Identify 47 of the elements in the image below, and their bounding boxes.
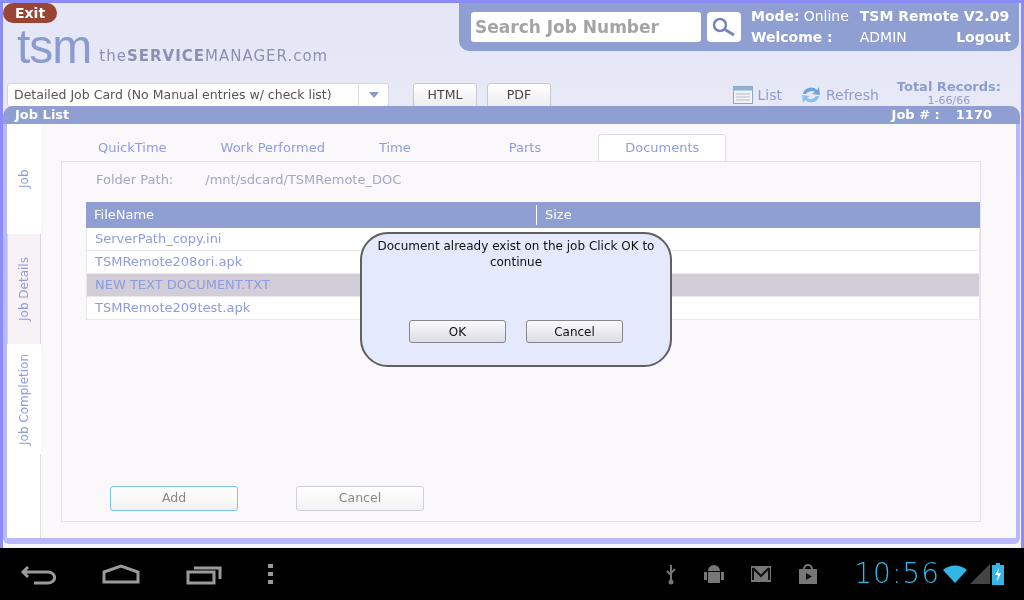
logo-tagline: theSERVICEMANAGER.com: [99, 45, 329, 67]
list-button[interactable]: List: [733, 84, 782, 106]
search-button[interactable]: [707, 12, 741, 42]
android-icon: [704, 562, 725, 586]
signal-icon: [970, 564, 990, 584]
shopping-bag-icon: [798, 563, 819, 585]
html-button[interactable]: HTML: [413, 82, 477, 108]
total-records-label: Total Records:: [896, 80, 1001, 94]
usb-icon: [664, 563, 679, 585]
mode-label: Mode:: [751, 7, 800, 26]
tab[interactable]: Parts: [481, 134, 599, 161]
pdf-button[interactable]: PDF: [487, 82, 551, 108]
refresh-icon: [799, 85, 822, 105]
add-button[interactable]: Add: [110, 486, 238, 511]
tab[interactable]: Documents: [598, 134, 727, 161]
back-icon[interactable]: [20, 563, 56, 585]
search-icon: [711, 16, 737, 38]
logout-link[interactable]: Logout: [936, 27, 1011, 48]
welcome-label: Welcome :: [751, 28, 834, 47]
app-version: TSM Remote V2.09: [859, 7, 1011, 26]
tab[interactable]: QuickTime: [71, 134, 194, 161]
menu-icon[interactable]: [268, 563, 274, 585]
user-name: ADMIN: [859, 28, 908, 47]
cancel-button[interactable]: Cancel: [296, 486, 424, 511]
folder-path-label: Folder Path:: [96, 171, 174, 189]
side-tab[interactable]: Job Details: [7, 234, 41, 344]
column-header: Size: [536, 205, 572, 225]
panel-title: Job List: [15, 106, 70, 125]
folder-path-value: /mnt/sdcard/TSMRemote_DOC: [205, 171, 402, 189]
refresh-button[interactable]: Refresh: [799, 84, 879, 106]
mail-icon: [750, 565, 773, 583]
clock: 10:56: [854, 556, 940, 592]
mode-value: Online: [803, 7, 849, 26]
report-select[interactable]: Detailed Job Card (No Manual entries w/ check list): [7, 83, 389, 107]
ok-button[interactable]: OK: [409, 320, 506, 343]
wifi-icon: [942, 564, 968, 584]
column-header: FileName: [93, 206, 156, 225]
battery-icon: [992, 563, 1004, 585]
tab[interactable]: Work Performed: [193, 134, 352, 161]
logo-text: tsm: [17, 23, 92, 71]
caret-icon: [368, 92, 379, 98]
tab[interactable]: Time: [351, 134, 482, 161]
search-field[interactable]: Search Job Number: [471, 12, 701, 42]
cancel-button[interactable]: Cancel: [526, 320, 623, 343]
home-icon[interactable]: [102, 564, 140, 584]
list-icon: [733, 86, 754, 104]
exit-button[interactable]: Exit: [3, 3, 58, 23]
